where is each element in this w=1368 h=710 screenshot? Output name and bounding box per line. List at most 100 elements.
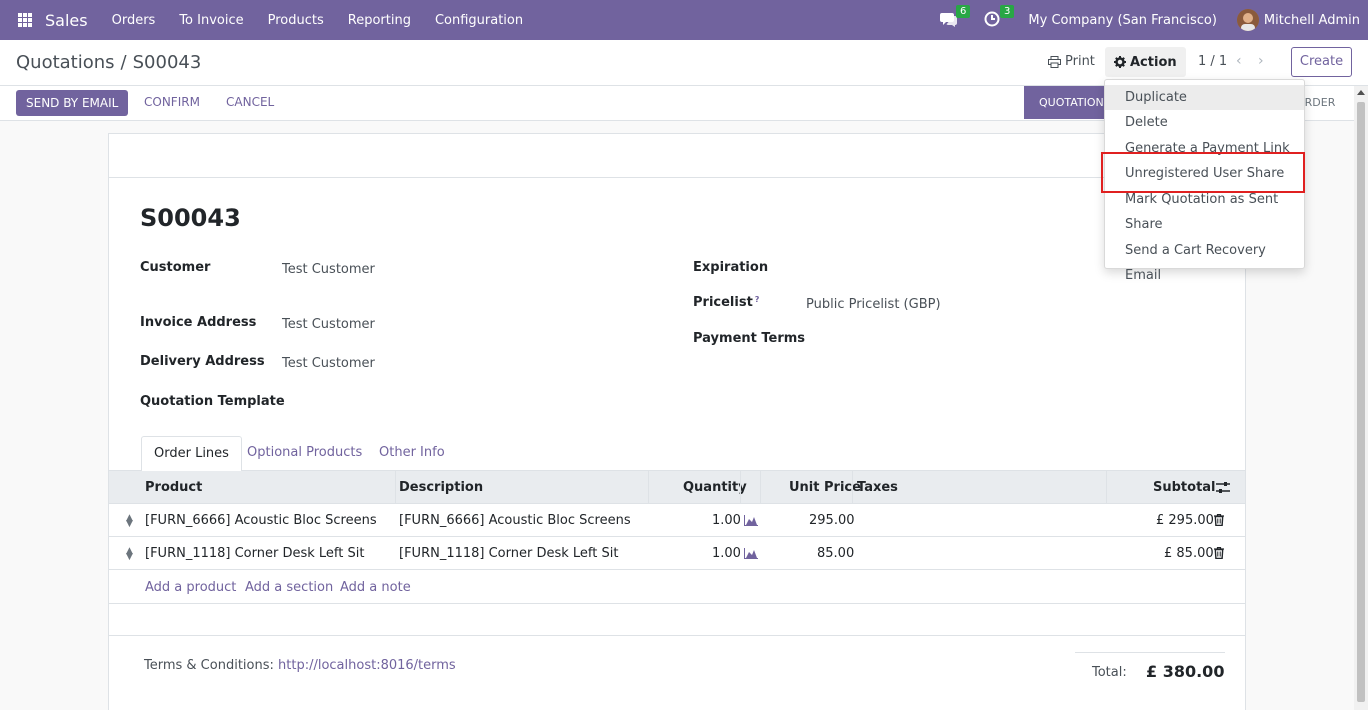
terms-label: Terms & Conditions: <box>144 658 274 673</box>
quotation-template-label: Quotation Template <box>140 394 285 409</box>
invoice-address-label: Invoice Address <box>140 315 257 330</box>
breadcrumb-separator: / <box>120 52 127 73</box>
row-description[interactable]: [FURN_1118] Corner Desk Left Sit <box>399 537 618 570</box>
tab-optional-products[interactable]: Optional Products <box>235 436 374 471</box>
menu-item-mark-quotation-sent[interactable]: Mark Quotation as Sent <box>1105 187 1304 212</box>
chevron-right-icon[interactable]: › <box>1258 53 1264 69</box>
menu-reporting[interactable]: Reporting <box>348 13 411 28</box>
action-label: Action <box>1130 54 1177 70</box>
user-menu[interactable]: Mitchell Admin <box>1264 13 1360 28</box>
expiration-label: Expiration <box>693 260 769 275</box>
drag-handle-icon[interactable]: ▲ ▼ <box>126 547 133 562</box>
order-lines-header: Product Description Quantity Unit Price … <box>109 471 1245 504</box>
forecast-chart-icon[interactable] <box>744 515 758 526</box>
menu-item-duplicate[interactable]: Duplicate <box>1105 85 1304 110</box>
cancel-button[interactable]: CANCEL <box>226 95 274 109</box>
breadcrumb-quotations[interactable]: Quotations <box>16 52 115 73</box>
menu-orders[interactable]: Orders <box>112 13 156 28</box>
add-note-link[interactable]: Add a note <box>340 571 411 604</box>
chat-icon[interactable]: 6 <box>940 5 971 29</box>
company-switcher[interactable]: My Company (San Francisco) <box>1028 13 1216 28</box>
menu-to-invoice[interactable]: To Invoice <box>179 13 243 28</box>
table-row[interactable]: ▲ ▼ [FURN_1118] Corner Desk Left Sit [FUR… <box>109 537 1245 570</box>
add-line-row: Add a product Add a section Add a note <box>109 571 1245 604</box>
total-summary: Total: £ 380.00 <box>1075 652 1225 692</box>
delivery-address-field[interactable]: Test Customer <box>282 356 375 371</box>
column-product[interactable]: Product <box>145 471 202 504</box>
payment-terms-label: Payment Terms <box>693 331 806 346</box>
row-quantity[interactable]: 1.00 <box>712 504 741 537</box>
send-by-email-button[interactable]: SEND BY EMAIL <box>16 90 129 116</box>
chevron-left-icon[interactable]: ‹ <box>1236 53 1242 69</box>
column-divider <box>852 471 853 504</box>
row-product[interactable]: [FURN_6666] Acoustic Bloc Screens <box>145 504 377 537</box>
delivery-address-label: Delivery Address <box>140 354 265 369</box>
pricelist-help-icon[interactable]: ? <box>755 295 760 304</box>
drag-handle-icon[interactable]: ▲ ▼ <box>126 514 133 529</box>
activity-count-badge: 3 <box>1000 5 1015 18</box>
trash-icon[interactable] <box>1214 547 1224 559</box>
pager-value[interactable]: 1 / 1 <box>1198 54 1227 69</box>
invoice-address-field[interactable]: Test Customer <box>282 317 375 332</box>
page-title: S00043 <box>140 204 241 232</box>
menu-item-delete[interactable]: Delete <box>1105 110 1304 135</box>
stage-quotation[interactable]: QUOTATION <box>1024 86 1116 119</box>
action-button[interactable]: Action <box>1105 47 1186 77</box>
printer-icon <box>1048 55 1061 68</box>
scrollbar-thumb[interactable] <box>1357 102 1365 702</box>
top-navbar: Sales Orders To Invoice Products Reporti… <box>0 0 1368 40</box>
apps-grid-icon[interactable] <box>18 13 32 27</box>
scrollbar[interactable] <box>1354 86 1368 710</box>
print-button[interactable]: Print <box>1048 54 1095 69</box>
breadcrumb-current: S00043 <box>132 52 202 73</box>
column-divider <box>395 471 396 504</box>
form-sheet: S00043 Customer Test Customer Invoice Ad… <box>108 133 1246 710</box>
column-unit-price[interactable]: Unit Price <box>789 471 861 504</box>
add-product-link[interactable]: Add a product <box>145 571 236 604</box>
scroll-up-arrow-icon[interactable] <box>1357 90 1365 95</box>
menu-products[interactable]: Products <box>268 13 324 28</box>
forecast-chart-icon[interactable] <box>744 548 758 559</box>
row-product[interactable]: [FURN_1118] Corner Desk Left Sit <box>145 537 364 570</box>
terms-conditions: Terms & Conditions: http://localhost:801… <box>144 658 456 673</box>
menu-item-unregistered-user-share[interactable]: Unregistered User Share <box>1105 161 1304 186</box>
gear-icon <box>1114 56 1126 68</box>
trash-icon[interactable] <box>1214 514 1224 526</box>
app-name[interactable]: Sales <box>45 11 88 30</box>
pricelist-field[interactable]: Public Pricelist (GBP) <box>806 297 941 312</box>
footer-divider <box>109 635 1245 636</box>
table-row[interactable]: ▲ ▼ [FURN_6666] Acoustic Bloc Screens [FU… <box>109 504 1245 537</box>
sheet-header <box>109 134 1245 178</box>
column-divider <box>760 471 761 504</box>
action-dropdown-menu: Duplicate Delete Generate a Payment Link… <box>1104 79 1305 283</box>
activity-clock-icon[interactable]: 3 <box>984 5 1015 29</box>
row-unit-price[interactable]: 85.00 <box>817 537 854 570</box>
row-quantity[interactable]: 1.00 <box>712 537 741 570</box>
row-subtotal: £ 295.00 <box>1156 513 1214 528</box>
column-quantity[interactable]: Quantity <box>683 471 747 504</box>
terms-link[interactable]: http://localhost:8016/terms <box>278 658 456 673</box>
user-avatar[interactable] <box>1236 9 1259 31</box>
menu-item-generate-payment-link[interactable]: Generate a Payment Link <box>1105 136 1304 161</box>
print-label: Print <box>1065 54 1095 69</box>
column-taxes[interactable]: Taxes <box>857 471 898 504</box>
menu-item-share[interactable]: Share <box>1105 212 1304 237</box>
optional-columns-sliders-icon[interactable] <box>1216 481 1230 494</box>
tab-order-lines[interactable]: Order Lines <box>141 436 242 472</box>
column-subtotal[interactable]: Subtotal <box>1153 471 1216 504</box>
column-description[interactable]: Description <box>399 471 483 504</box>
customer-field[interactable]: Test Customer <box>282 262 375 277</box>
pricelist-label: Pricelist? <box>693 295 759 310</box>
tab-other-info[interactable]: Other Info <box>367 436 457 471</box>
column-divider <box>740 471 741 504</box>
row-unit-price[interactable]: 295.00 <box>809 504 855 537</box>
menu-configuration[interactable]: Configuration <box>435 13 523 28</box>
create-button[interactable]: Create <box>1291 47 1352 77</box>
menu-item-send-cart-recovery-email[interactable]: Send a Cart Recovery Email <box>1105 238 1304 283</box>
pricelist-label-text: Pricelist <box>693 295 753 310</box>
chat-count-badge: 6 <box>956 5 971 18</box>
confirm-button[interactable]: CONFIRM <box>144 95 200 109</box>
row-subtotal: £ 85.00 <box>1164 546 1214 561</box>
add-section-link[interactable]: Add a section <box>245 571 333 604</box>
row-description[interactable]: [FURN_6666] Acoustic Bloc Screens <box>399 504 631 537</box>
